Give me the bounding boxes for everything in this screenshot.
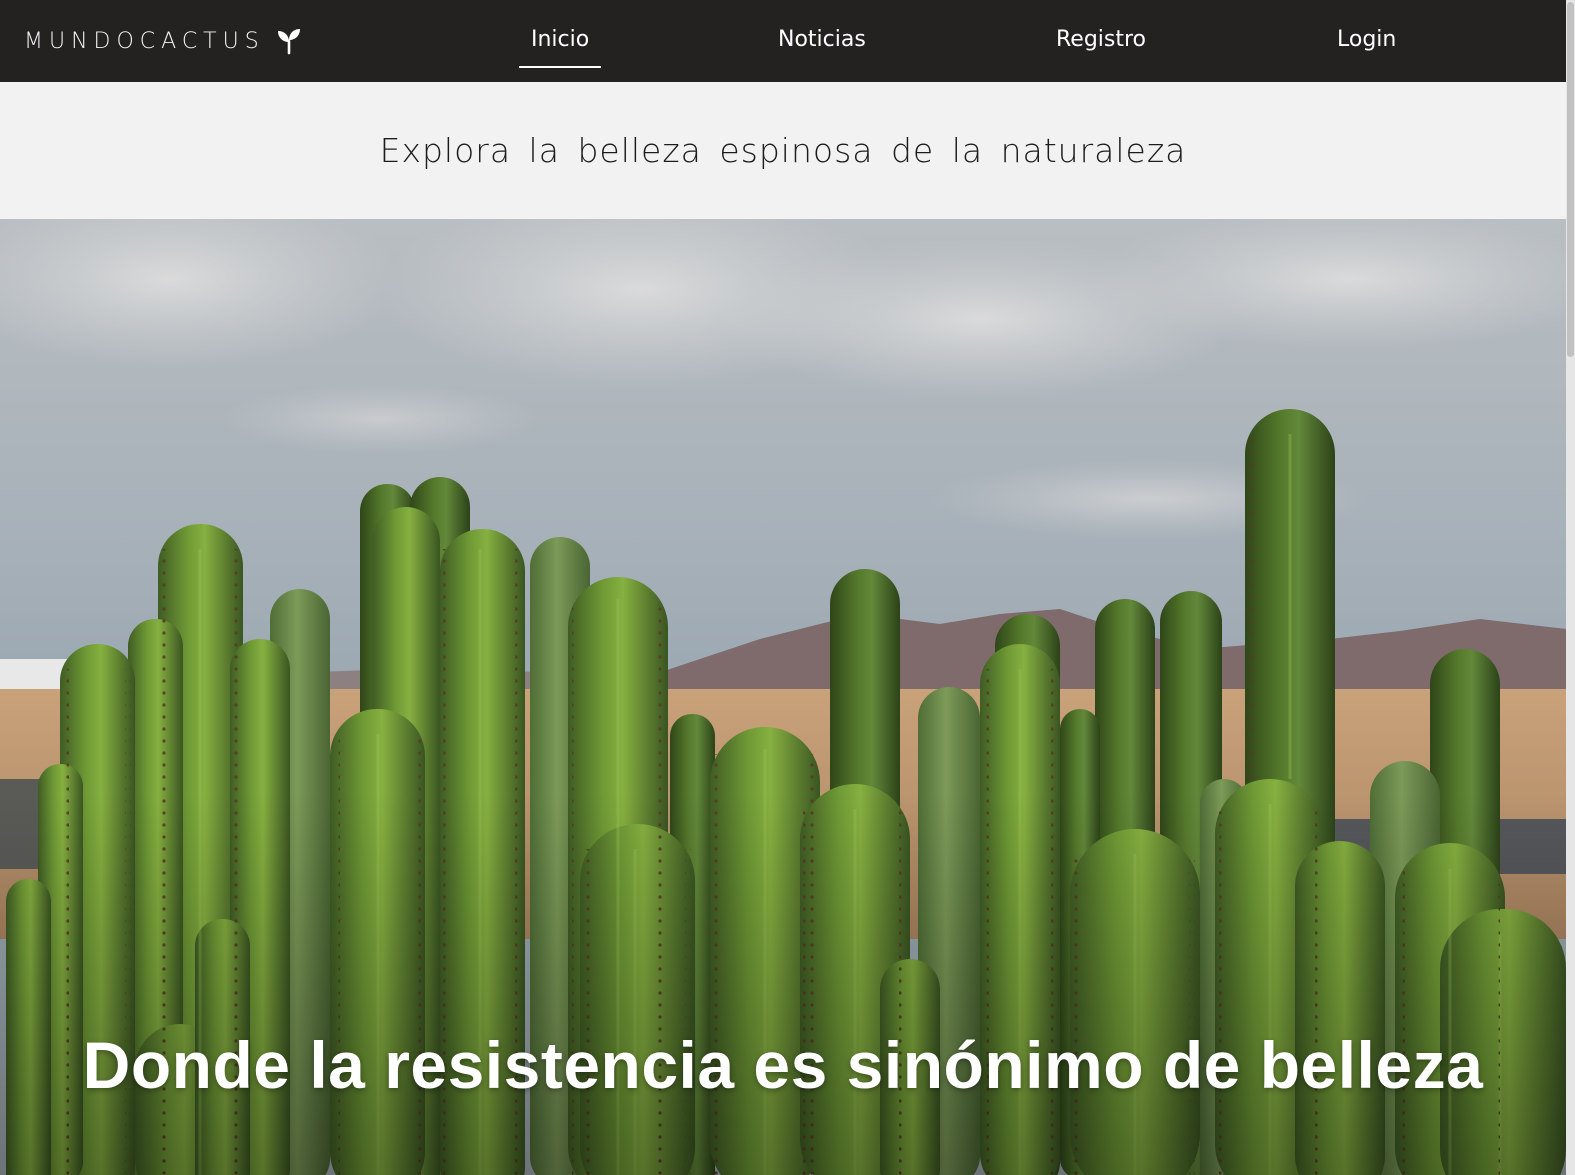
top-navbar: MUNDOCACTUS Inicio Noticias Registro Log… bbox=[0, 0, 1575, 82]
tagline-text: Explora la belleza espinosa de la natura… bbox=[379, 131, 1187, 170]
page-scrollbar[interactable] bbox=[1566, 0, 1575, 1175]
hero-headline: Donde la resistencia es sinónimo de bell… bbox=[82, 1028, 1484, 1102]
brand-name: MUNDOCACTUS bbox=[24, 28, 265, 54]
nav-item-noticias[interactable]: Noticias bbox=[778, 22, 866, 58]
nav-item-inicio[interactable]: Inicio bbox=[518, 22, 602, 68]
nav-item-registro[interactable]: Registro bbox=[1056, 22, 1146, 58]
sprout-icon bbox=[277, 29, 300, 55]
hero-section: Donde la resistencia es sinónimo de bell… bbox=[0, 219, 1566, 1175]
scrollbar-thumb[interactable] bbox=[1567, 2, 1574, 357]
nav-item-login[interactable]: Login bbox=[1337, 22, 1396, 58]
brand-logo[interactable]: MUNDOCACTUS bbox=[24, 24, 303, 58]
tagline-section: Explora la belleza espinosa de la natura… bbox=[0, 82, 1566, 219]
